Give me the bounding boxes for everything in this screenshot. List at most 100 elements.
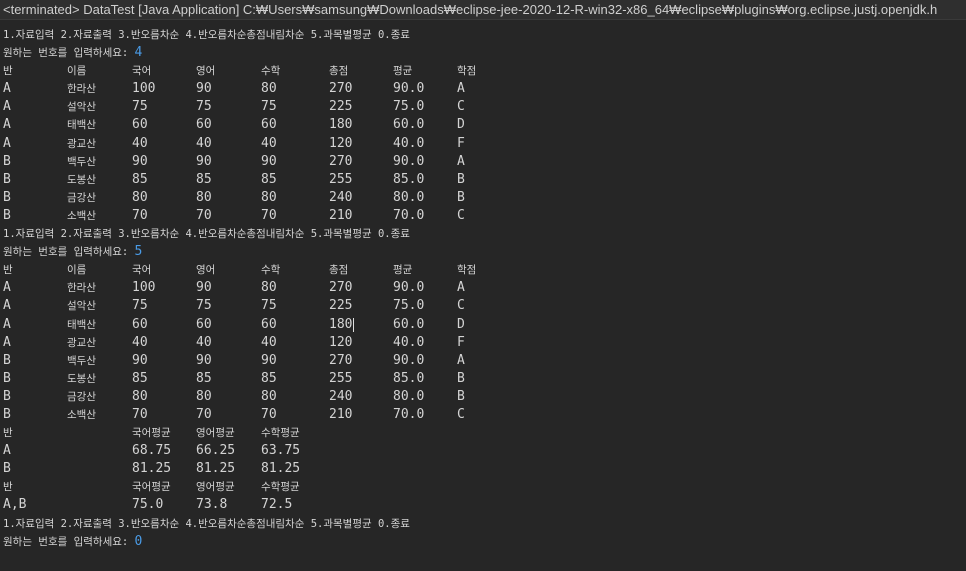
cell: 백두산 (67, 354, 96, 367)
cell: 40.0 (393, 135, 425, 151)
cell: 국어 (132, 264, 152, 277)
cell: 60 (196, 117, 212, 133)
menu-line: 1.자료입력 2.자료출력 3.반오름차순 4.반오름차순총점내림차순 5.과목… (3, 29, 410, 41)
cell: 120 (329, 334, 353, 350)
table-row: A 설악산 75 75 75 225 75.0 C (3, 297, 966, 315)
cell: 100 (132, 81, 156, 97)
cell: B (3, 388, 11, 404)
cell: 태백산 (67, 318, 96, 331)
cell: 80.0 (393, 388, 425, 404)
cell: 60.0 (393, 117, 425, 133)
cell: 75.0 (393, 99, 425, 115)
cell: 40 (132, 334, 148, 350)
cell: 80 (261, 280, 277, 296)
cell: 100 (132, 280, 156, 296)
cell: B (3, 461, 11, 477)
cell: 90 (196, 153, 212, 169)
table-row: A 한라산 100 90 80 270 90.0 A (3, 80, 966, 98)
cell: 수학 (261, 65, 281, 78)
table-row: A 한라산 100 90 80 270 90.0 A (3, 279, 966, 297)
cell: 평균 (393, 65, 413, 78)
cell: B (457, 189, 465, 205)
user-input: 0 (134, 533, 143, 549)
cell: 70 (261, 406, 277, 422)
table-header: 반 이름 국어 영어 수학 총점 평균 학점 (3, 62, 966, 80)
table-row: B 금강산 80 80 80 240 80.0 B (3, 189, 966, 207)
cell: 국어평균 (132, 427, 171, 440)
console-output[interactable]: 1.자료입력 2.자료출력 3.반오름차순 4.반오름차순총점내림차순 5.과목… (3, 26, 966, 571)
cell: 소백산 (67, 408, 96, 421)
cell: 수학평균 (261, 427, 300, 440)
cell: 80 (196, 388, 212, 404)
cell: C (457, 406, 465, 422)
cell: 이름 (67, 264, 87, 277)
cell: 90 (196, 81, 212, 97)
cell: 90 (261, 153, 277, 169)
cell: 한라산 (67, 282, 96, 295)
cell: 70 (196, 207, 212, 223)
cell: 85 (196, 171, 212, 187)
cell: A (457, 280, 465, 296)
cell: 75.0 (393, 298, 425, 314)
cell: 학점 (457, 65, 477, 78)
cell: 75 (196, 99, 212, 115)
table-row: B 금강산 80 80 80 240 80.0 B (3, 388, 966, 406)
cell: A (3, 316, 11, 332)
cell: 85 (132, 370, 148, 386)
text-cursor (353, 317, 354, 332)
average-row: B 81.25 81.25 81.25 (3, 460, 966, 478)
cell: 학점 (457, 264, 477, 277)
table-row: A 태백산 60 60 60 180 60.0 D (3, 116, 966, 134)
cell: D (457, 316, 465, 332)
cell: B (3, 406, 11, 422)
table-row: B 백두산 90 90 90 270 90.0 A (3, 153, 966, 171)
cell: 66.25 (196, 443, 236, 459)
cell: 광교산 (67, 137, 96, 150)
cell: 120 (329, 135, 353, 151)
cell: B (3, 207, 11, 223)
cell: 270 (329, 280, 353, 296)
cell: 270 (329, 81, 353, 97)
cell: 75 (261, 298, 277, 314)
cell: 총점 (329, 65, 349, 78)
cell: 81.25 (132, 461, 172, 477)
cell: B (457, 388, 465, 404)
table-row: A 광교산 40 40 40 120 40.0 F (3, 334, 966, 352)
cell: 60 (196, 316, 212, 332)
cell: 70.0 (393, 406, 425, 422)
table-row: A 태백산 60 60 60 180 60.0 D (3, 316, 966, 334)
cell: 80 (261, 81, 277, 97)
cell: 81.25 (196, 461, 236, 477)
cell: 반 (3, 264, 13, 277)
cell: A (3, 443, 11, 459)
cell: B (457, 370, 465, 386)
cell: 태백산 (67, 119, 96, 132)
cell: 270 (329, 153, 353, 169)
cell: 90.0 (393, 153, 425, 169)
cell: 60 (261, 117, 277, 133)
cell: 90.0 (393, 81, 425, 97)
cell: C (457, 298, 465, 314)
cell: 70.0 (393, 207, 425, 223)
cell: 국어 (132, 65, 152, 78)
user-input: 5 (134, 244, 143, 260)
cell: C (457, 207, 465, 223)
cell: B (3, 370, 11, 386)
cell: 80 (261, 189, 277, 205)
cell: C (457, 99, 465, 115)
cell: 85 (261, 171, 277, 187)
cell: 40.0 (393, 334, 425, 350)
cell: 반 (3, 481, 13, 494)
cell: 240 (329, 189, 353, 205)
cell: 영어평균 (196, 427, 235, 440)
cell: B (457, 171, 465, 187)
table-row: A 광교산 40 40 40 120 40.0 F (3, 135, 966, 153)
cell: 75.0 (132, 497, 164, 513)
cell: 80.0 (393, 189, 425, 205)
cell: A (3, 117, 11, 133)
cell: 80 (261, 388, 277, 404)
cell: 180 (329, 117, 353, 133)
cell: A (457, 153, 465, 169)
cell: 68.75 (132, 443, 172, 459)
cell: 73.8 (196, 497, 228, 513)
